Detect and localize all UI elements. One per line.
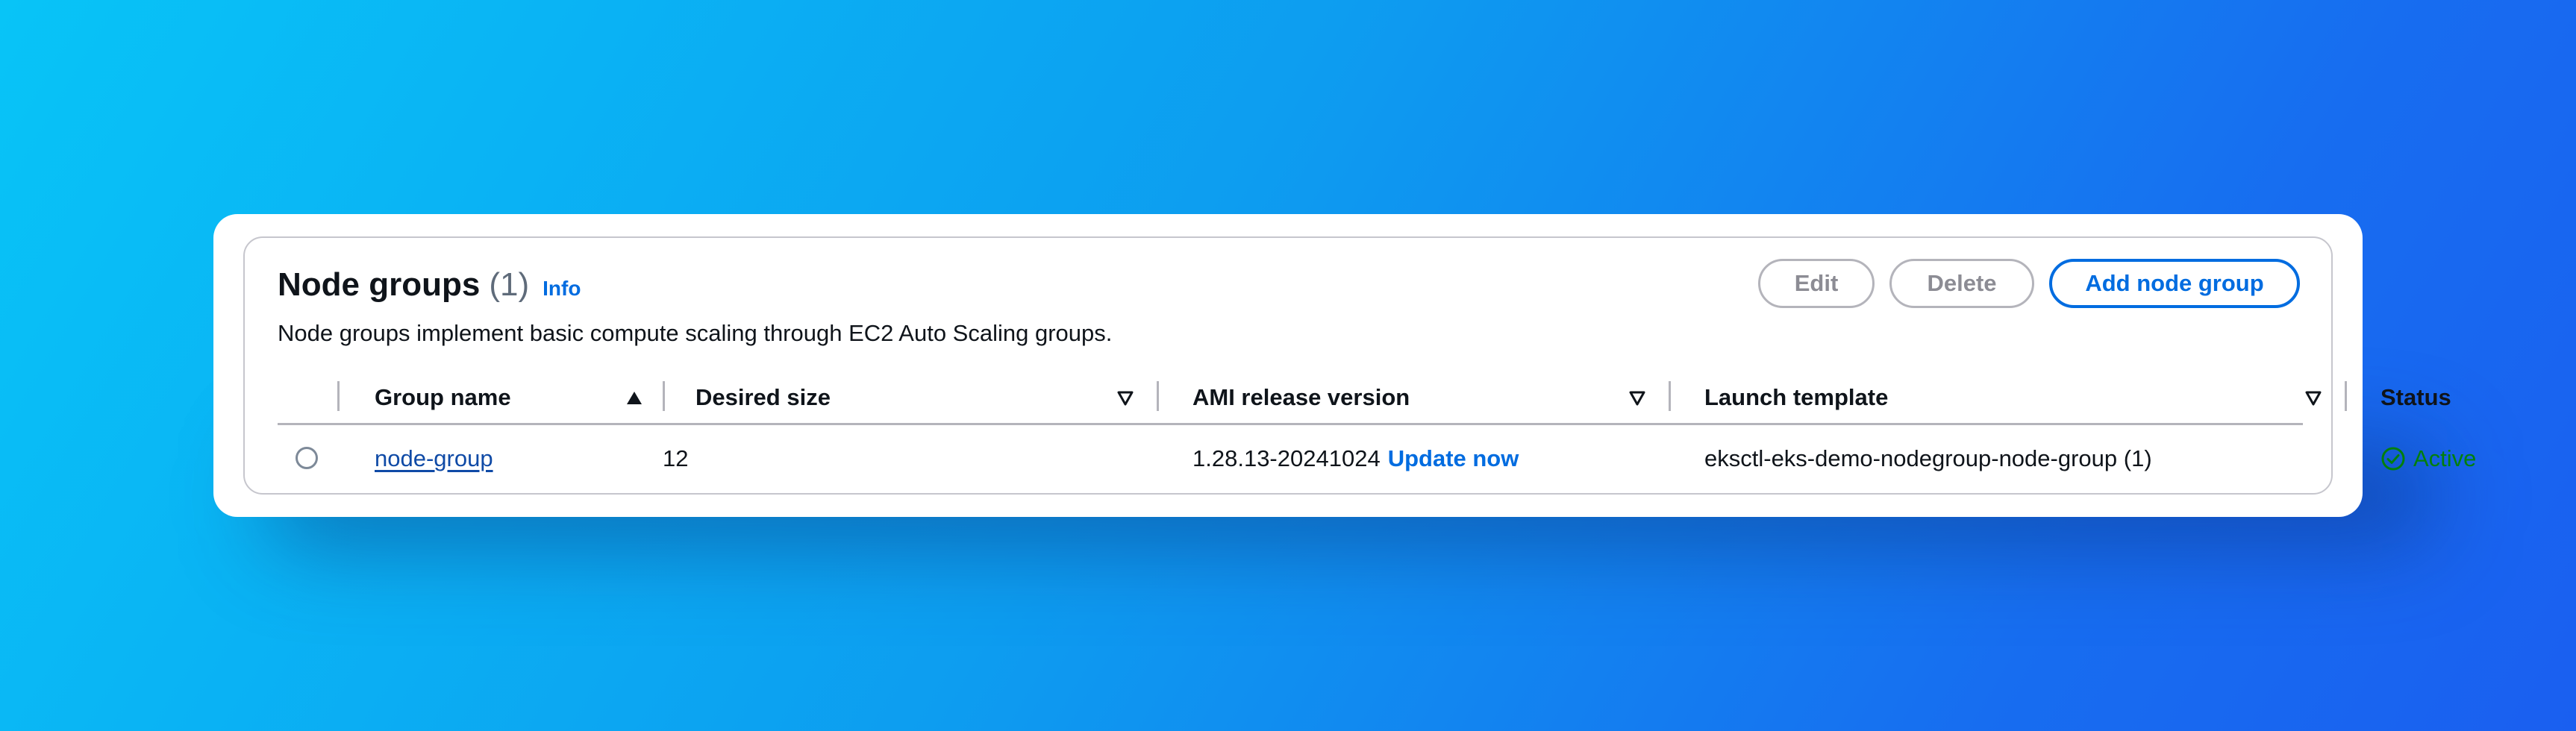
update-now-link[interactable]: Update now bbox=[1388, 445, 1519, 472]
column-header-launch-template[interactable]: Launch template bbox=[1704, 372, 1888, 423]
panel-description: Node groups implement basic compute scal… bbox=[278, 320, 1113, 346]
info-link[interactable]: Info bbox=[543, 277, 581, 301]
caret-up-filled-icon[interactable] bbox=[625, 390, 643, 407]
desired-size-cell: 12 bbox=[663, 445, 689, 471]
column-divider[interactable] bbox=[1157, 381, 1159, 411]
column-divider[interactable] bbox=[1669, 381, 1671, 411]
check-circle-icon bbox=[2381, 447, 2405, 471]
ami-release-version-value: 1.28.13-20241024 bbox=[1192, 445, 1381, 471]
caret-down-outline-icon[interactable] bbox=[1628, 390, 1646, 407]
panel-actions: Edit Delete Add node group bbox=[1758, 259, 2300, 308]
delete-button[interactable]: Delete bbox=[1889, 259, 2034, 308]
panel-heading: Node groups (1) Info bbox=[278, 266, 581, 304]
status-cell: Active bbox=[2380, 425, 2476, 492]
panel-count: (1) bbox=[489, 266, 530, 303]
column-header-group-name[interactable]: Group name bbox=[375, 372, 511, 423]
row-select-radio[interactable] bbox=[296, 447, 318, 469]
ami-release-version-cell: 1.28.13-20241024 Update now bbox=[1192, 425, 1519, 492]
column-divider[interactable] bbox=[337, 381, 340, 411]
caret-down-outline-icon[interactable] bbox=[1116, 390, 1134, 407]
column-header-desired-size[interactable]: Desired size bbox=[664, 372, 831, 423]
group-name-cell: node-group bbox=[375, 425, 493, 492]
node-groups-container: Node groups (1) Info Node groups impleme… bbox=[243, 236, 2476, 495]
status-badge: Active bbox=[2413, 445, 2477, 471]
column-header-ami-release-version[interactable]: AMI release version bbox=[1192, 372, 1410, 423]
edit-button[interactable]: Edit bbox=[1758, 259, 1875, 308]
column-divider[interactable] bbox=[2345, 381, 2347, 411]
add-node-group-button[interactable]: Add node group bbox=[2049, 259, 2300, 308]
table-header: Group name Desired size AMI release vers… bbox=[278, 372, 2451, 425]
panel-title: Node groups bbox=[278, 266, 481, 303]
column-header-status[interactable]: Status bbox=[2380, 372, 2451, 423]
caret-down-outline-icon[interactable] bbox=[2304, 390, 2322, 407]
group-name-link[interactable]: node-group bbox=[375, 445, 493, 472]
screenshot-frame: Node groups (1) Info Node groups impleme… bbox=[213, 214, 2476, 517]
table-row[interactable]: node-group 12 1.28.13-20241024 Update no… bbox=[278, 425, 2476, 492]
launch-template-cell: eksctl-eks-demo-nodegroup-node-group (1) bbox=[1704, 445, 2152, 471]
